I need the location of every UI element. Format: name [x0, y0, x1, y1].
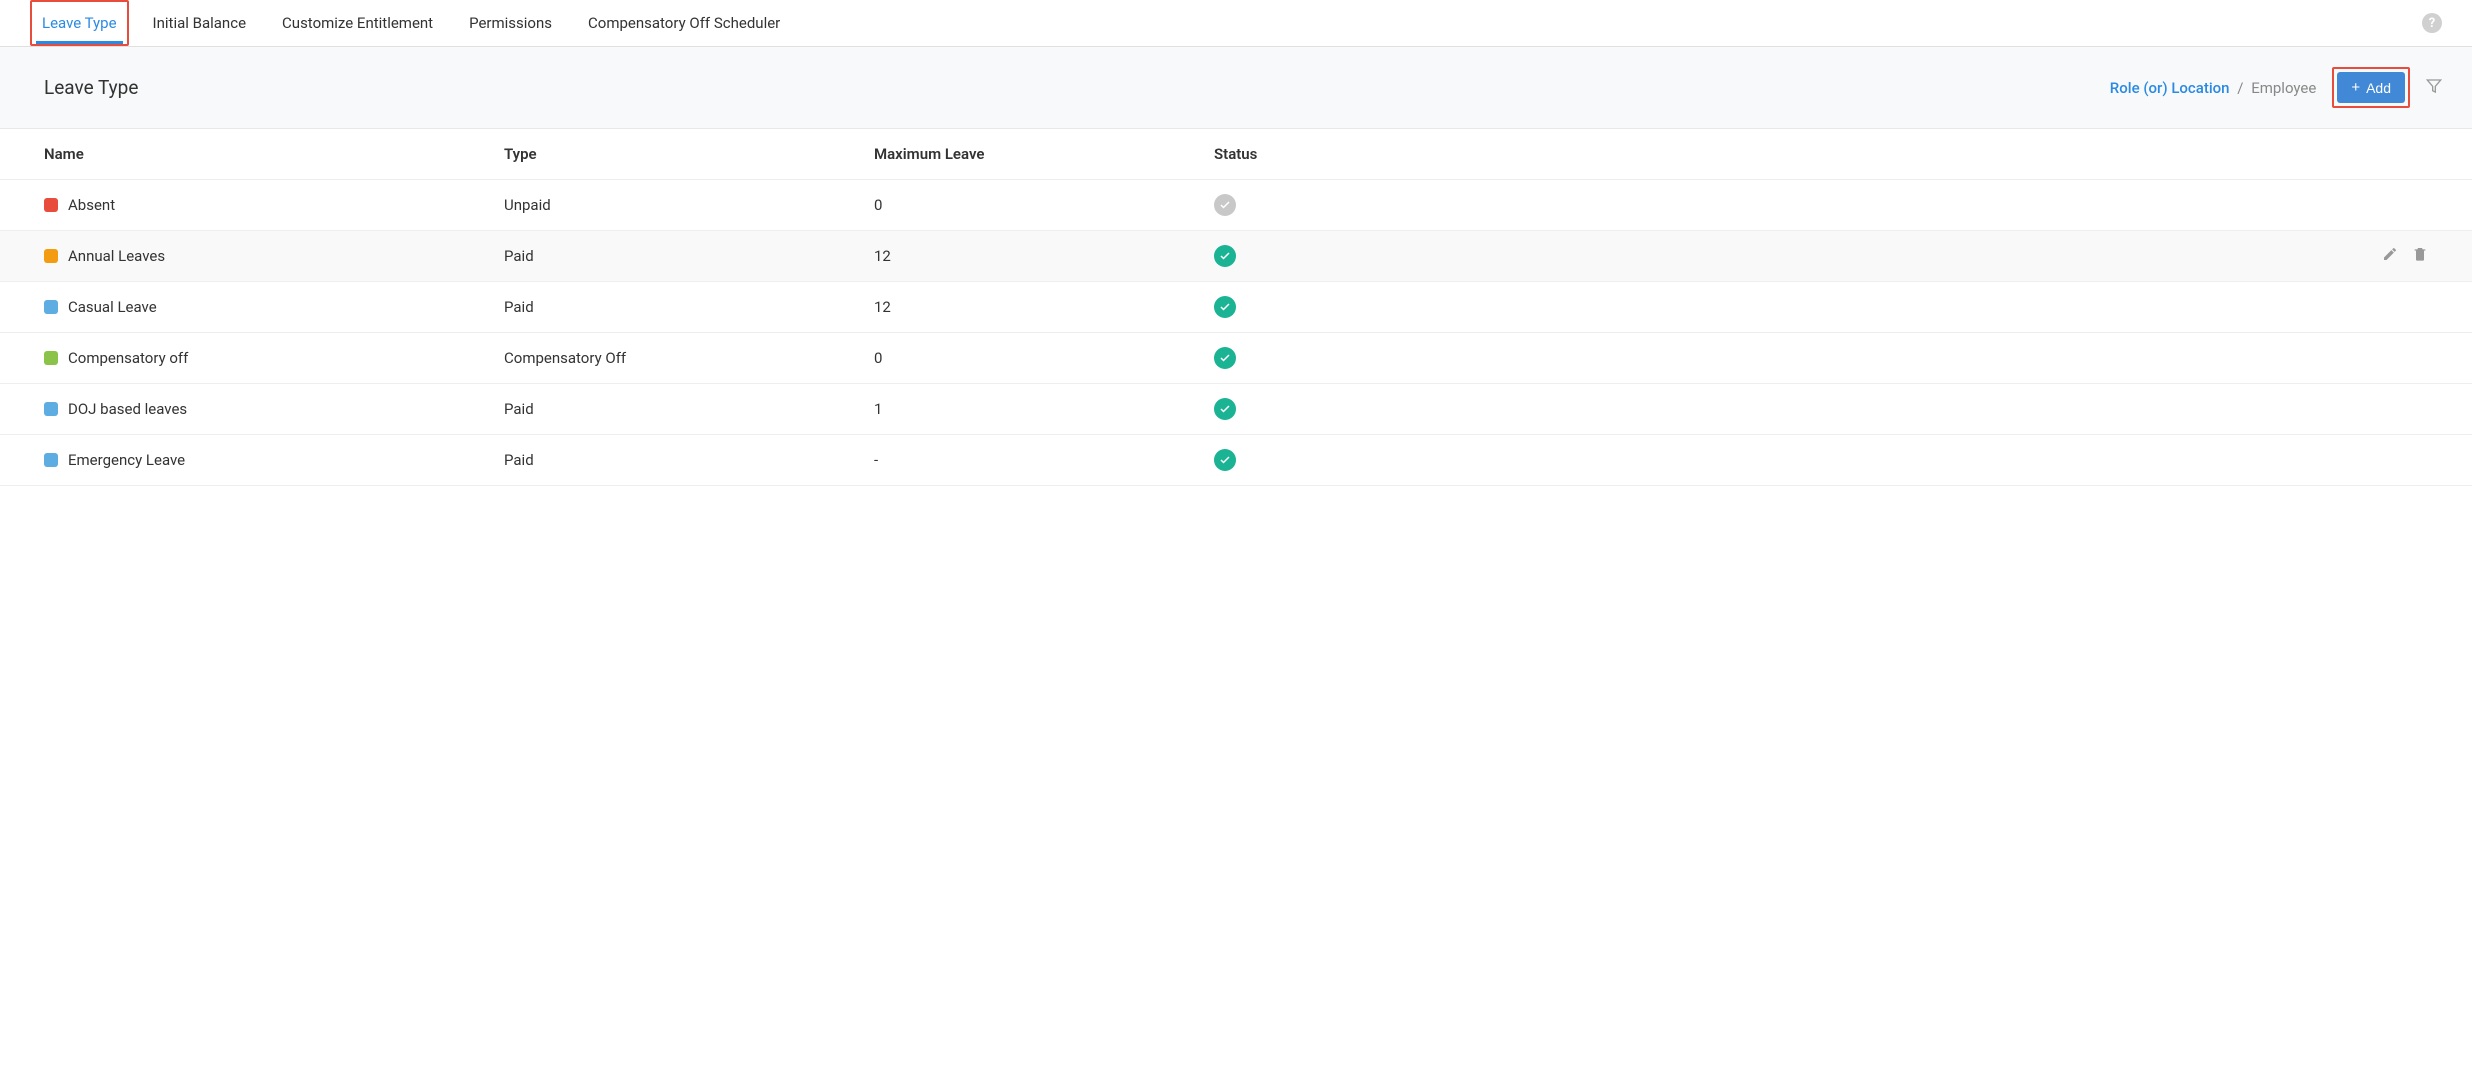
leave-name: Casual Leave [68, 298, 157, 316]
tab-label: Permissions [469, 14, 552, 32]
col-max: Maximum Leave [874, 145, 1214, 163]
view-employee[interactable]: Employee [2251, 79, 2316, 97]
tab-compensatory-off-scheduler[interactable]: Compensatory Off Scheduler [576, 0, 792, 46]
name-cell: DOJ based leaves [44, 400, 504, 418]
leave-type-cell: Paid [504, 400, 874, 418]
leave-type-cell: Paid [504, 298, 874, 316]
name-cell: Casual Leave [44, 298, 504, 316]
leave-type-table: Name Type Maximum Leave Status Absent Unp… [0, 129, 2472, 486]
table-row[interactable]: Compensatory off Compensatory Off0 [0, 333, 2472, 384]
edit-icon[interactable] [2382, 246, 2398, 266]
status-cell [1214, 347, 1464, 369]
status-cell [1214, 398, 1464, 420]
help-icon[interactable]: ? [2422, 13, 2442, 33]
page-title: Leave Type [44, 76, 138, 99]
tab-label: Leave Type [42, 14, 117, 32]
max-leave-cell: 12 [874, 298, 1214, 316]
color-swatch [44, 198, 58, 212]
max-leave-cell: - [874, 451, 1214, 469]
table-row[interactable]: DOJ based leaves Paid1 [0, 384, 2472, 435]
tab-leave-type[interactable]: Leave Type [30, 0, 129, 46]
tab-initial-balance[interactable]: Initial Balance [141, 0, 259, 46]
view-toggle: Role (or) Location / Employee [2110, 79, 2317, 97]
tab-customize-entitlement[interactable]: Customize Entitlement [270, 0, 445, 46]
leave-type-cell: Paid [504, 247, 874, 265]
col-status: Status [1214, 145, 1464, 163]
leave-name: DOJ based leaves [68, 400, 187, 418]
status-active-icon [1214, 398, 1236, 420]
table-header: Name Type Maximum Leave Status [0, 129, 2472, 180]
filter-icon[interactable] [2426, 78, 2442, 98]
row-actions [1464, 246, 2428, 266]
max-leave-cell: 12 [874, 247, 1214, 265]
status-active-icon [1214, 347, 1236, 369]
max-leave-cell: 0 [874, 349, 1214, 367]
status-cell [1214, 245, 1464, 267]
plus-icon: + [2351, 79, 2360, 96]
color-swatch [44, 351, 58, 365]
add-button-label: Add [2366, 80, 2391, 96]
status-active-icon [1214, 245, 1236, 267]
leave-name: Compensatory off [68, 349, 188, 367]
table-row[interactable]: Casual Leave Paid12 [0, 282, 2472, 333]
leave-type-cell: Unpaid [504, 196, 874, 214]
view-role-location[interactable]: Role (or) Location [2110, 79, 2230, 97]
color-swatch [44, 300, 58, 314]
col-name: Name [44, 145, 504, 163]
leave-type-cell: Compensatory Off [504, 349, 874, 367]
name-cell: Compensatory off [44, 349, 504, 367]
color-swatch [44, 402, 58, 416]
leave-name: Emergency Leave [68, 451, 185, 469]
table-row[interactable]: Annual Leaves Paid12 [0, 231, 2472, 282]
leave-name: Absent [68, 196, 115, 214]
toolbar-right: Role (or) Location / Employee + Add [2110, 67, 2442, 108]
leave-type-cell: Paid [504, 451, 874, 469]
name-cell: Annual Leaves [44, 247, 504, 265]
tabs-bar: Leave Type Initial Balance Customize Ent… [0, 0, 2472, 47]
table-row[interactable]: Emergency Leave Paid- [0, 435, 2472, 486]
status-cell [1214, 449, 1464, 471]
tab-label: Customize Entitlement [282, 14, 433, 32]
add-button-highlight: + Add [2332, 67, 2410, 108]
separator: / [2237, 79, 2243, 97]
delete-icon[interactable] [2412, 246, 2428, 266]
toolbar: Leave Type Role (or) Location / Employee… [0, 47, 2472, 129]
color-swatch [44, 453, 58, 467]
status-active-icon [1214, 296, 1236, 318]
tab-permissions[interactable]: Permissions [457, 0, 564, 46]
name-cell: Emergency Leave [44, 451, 504, 469]
status-inactive-icon [1214, 194, 1236, 216]
color-swatch [44, 249, 58, 263]
leave-name: Annual Leaves [68, 247, 165, 265]
add-button[interactable]: + Add [2337, 72, 2405, 103]
status-active-icon [1214, 449, 1236, 471]
table-row[interactable]: Absent Unpaid0 [0, 180, 2472, 231]
max-leave-cell: 0 [874, 196, 1214, 214]
max-leave-cell: 1 [874, 400, 1214, 418]
tab-label: Compensatory Off Scheduler [588, 14, 780, 32]
name-cell: Absent [44, 196, 504, 214]
col-type: Type [504, 145, 874, 163]
status-cell [1214, 296, 1464, 318]
status-cell [1214, 194, 1464, 216]
tab-label: Initial Balance [153, 14, 247, 32]
